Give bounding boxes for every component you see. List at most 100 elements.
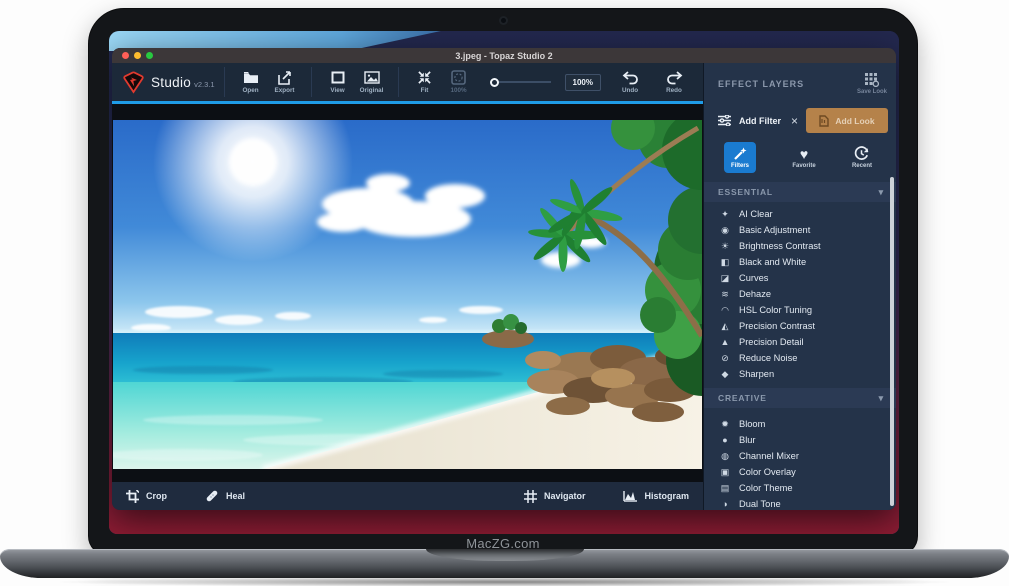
color-overlay-icon: ▣ (719, 467, 731, 478)
undo-icon (622, 70, 639, 85)
filter-item-brightness-contrast[interactable]: ☀Brightness Contrast (704, 238, 896, 254)
view-icon (331, 70, 345, 85)
save-look-button[interactable]: Save Look (857, 73, 887, 95)
close-window-button[interactable] (122, 52, 129, 59)
topaz-studio-window: 3.jpeg - Topaz Studio 2 Studio v (112, 48, 896, 510)
screen-display: 3.jpeg - Topaz Studio 2 Studio v (109, 31, 899, 534)
filter-item-curves[interactable]: ◪Curves (704, 270, 896, 286)
zoom-slider-knob[interactable] (490, 78, 499, 87)
topaz-logo-icon (122, 71, 145, 94)
filter-item-precision-detail[interactable]: ▲Precision Detail (704, 334, 896, 350)
open-button[interactable]: Open (237, 70, 265, 94)
export-icon (277, 70, 293, 85)
panel-scrollbar[interactable] (890, 177, 894, 506)
filter-item-basic-adjustment[interactable]: ◉Basic Adjustment (704, 222, 896, 238)
screenshot-stage: 3.jpeg - Topaz Studio 2 Studio v (0, 0, 1009, 586)
add-filter-button[interactable]: Add Filter (739, 116, 781, 126)
fit-button[interactable]: Fit (411, 70, 439, 94)
basic-adjustment-icon: ◉ (719, 225, 731, 236)
save-look-grid-icon (865, 73, 879, 87)
zoom-slider-track[interactable] (499, 81, 551, 83)
look-icon (819, 115, 829, 127)
histogram-button[interactable]: Histogram (623, 490, 689, 503)
filter-item-bloom[interactable]: ✹Bloom (704, 416, 896, 432)
sliders-icon (718, 115, 731, 126)
filter-item-reduce-noise[interactable]: ⊘Reduce Noise (704, 350, 896, 366)
redo-button[interactable]: Redo (660, 70, 688, 94)
close-icon[interactable]: × (783, 115, 806, 127)
filter-item-dehaze[interactable]: ≋Dehaze (704, 286, 896, 302)
black-and-white-icon: ◧ (719, 257, 731, 268)
original-image-icon (364, 70, 380, 85)
clock-history-icon (854, 146, 869, 162)
filter-item-color-theme[interactable]: ▤Color Theme (704, 480, 896, 496)
brand: Studio v2.3.1 (151, 75, 215, 90)
filter-item-precision-contrast[interactable]: ◭Precision Contrast (704, 318, 896, 334)
bottom-toolbar: Crop Heal (112, 482, 703, 510)
dual-tone-icon: ◑ (719, 499, 731, 509)
beach-photo[interactable] (113, 120, 702, 469)
ai-clear-icon: ✦ (719, 209, 731, 220)
add-look-button[interactable]: Add Look (806, 108, 888, 133)
wand-icon (733, 146, 747, 162)
filter-item-hsl-color-tuning[interactable]: ◠HSL Color Tuning (704, 302, 896, 318)
filter-list: ESSENTIAL ▾ ✦AI Clear ◉Basic Adjustment … (704, 177, 896, 510)
blur-icon: ● (719, 435, 731, 445)
zoom-value[interactable]: 100% (565, 74, 601, 91)
filter-item-ai-clear[interactable]: ✦AI Clear (704, 206, 896, 222)
chevron-down-icon[interactable]: ▾ (879, 393, 884, 404)
brand-name: Studio (151, 75, 191, 90)
filter-item-black-and-white[interactable]: ◧Black and White (704, 254, 896, 270)
section-essential[interactable]: ESSENTIAL ▾ (704, 182, 896, 202)
window-titlebar[interactable]: 3.jpeg - Topaz Studio 2 (112, 48, 896, 63)
zoom-slider[interactable] (490, 78, 551, 87)
heal-icon (205, 489, 219, 503)
laptop-shadow (60, 577, 949, 586)
filter-item-channel-mixer[interactable]: ◍Channel Mixer (704, 448, 896, 464)
filter-item-dual-tone[interactable]: ◑Dual Tone (704, 496, 896, 510)
hsl-color-tuning-icon: ◠ (719, 305, 731, 316)
hundred-percent-button[interactable]: 100% (445, 70, 473, 94)
sharpen-icon: ◆ (719, 369, 731, 380)
bloom-icon: ✹ (719, 419, 731, 430)
fit-arrows-icon (417, 70, 432, 85)
undo-button[interactable]: Undo (616, 70, 644, 94)
laptop-screen-bezel: 3.jpeg - Topaz Studio 2 Studio v (88, 8, 918, 556)
heart-icon: ♥ (800, 146, 808, 162)
curves-icon: ◪ (719, 273, 731, 284)
navigator-icon (524, 490, 537, 503)
toolbar-separator (398, 67, 399, 97)
crop-button[interactable]: Crop (126, 490, 167, 503)
toolbar-separator (311, 67, 312, 97)
chevron-down-icon[interactable]: ▾ (879, 187, 884, 198)
panel-title: EFFECT LAYERS (718, 79, 804, 89)
filter-item-sharpen[interactable]: ◆Sharpen (704, 366, 896, 382)
crop-icon (126, 490, 139, 503)
navigator-button[interactable]: Navigator (524, 490, 586, 503)
section-creative[interactable]: CREATIVE ▾ (704, 388, 896, 408)
tab-filters[interactable]: Filters (724, 142, 756, 173)
precision-contrast-icon: ◭ (719, 321, 731, 332)
minimize-window-button[interactable] (134, 52, 141, 59)
brand-version: v2.3.1 (194, 80, 214, 89)
dehaze-icon: ≋ (719, 289, 731, 300)
original-button[interactable]: Original (358, 70, 386, 94)
image-canvas (112, 104, 703, 482)
histogram-icon (623, 490, 637, 502)
window-title: 3.jpeg - Topaz Studio 2 (455, 51, 552, 61)
precision-detail-icon: ▲ (719, 337, 731, 347)
zoom-window-button[interactable] (146, 52, 153, 59)
export-button[interactable]: Export (271, 70, 299, 94)
hundred-percent-icon (451, 70, 466, 85)
toolbar-separator (224, 67, 225, 97)
filter-item-blur[interactable]: ●Blur (704, 432, 896, 448)
panel-tabs: Filters ♥ Favorite Recent (704, 137, 896, 177)
tab-recent[interactable]: Recent (852, 146, 872, 169)
view-button[interactable]: View (324, 70, 352, 94)
traffic-lights (122, 52, 153, 59)
tab-favorite[interactable]: ♥ Favorite (792, 146, 815, 169)
folder-icon (243, 70, 259, 85)
channel-mixer-icon: ◍ (719, 451, 731, 462)
filter-item-color-overlay[interactable]: ▣Color Overlay (704, 464, 896, 480)
heal-button[interactable]: Heal (205, 489, 245, 503)
